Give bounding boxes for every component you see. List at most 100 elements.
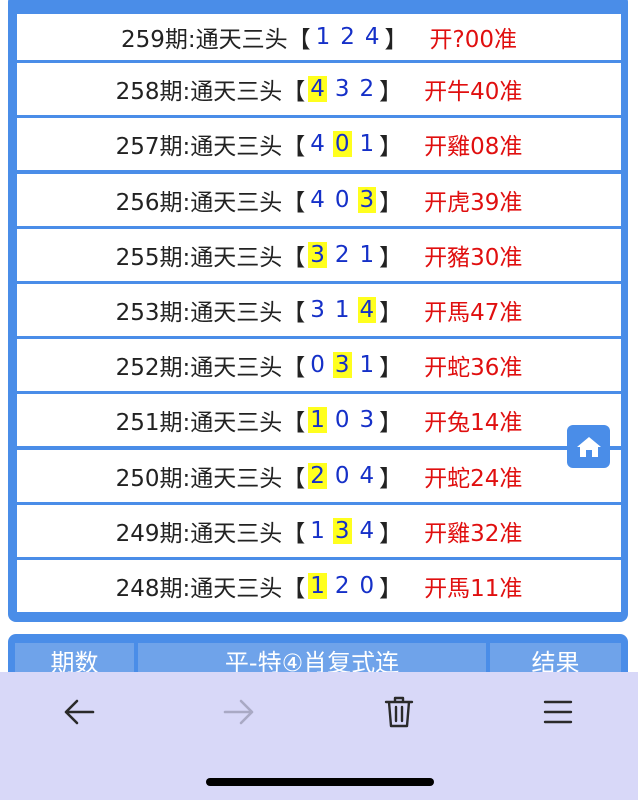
row-period: 249期: xyxy=(115,520,191,547)
menu-button[interactable] xyxy=(536,692,580,732)
row-digit: 3 xyxy=(359,407,375,434)
row-result: 开蛇36准 xyxy=(424,355,523,382)
row-result: 开兔14准 xyxy=(424,410,523,437)
table-row: 255期: 通天三头【3 2 1】开豬30准 xyxy=(17,228,621,281)
row-digit: 1 xyxy=(359,352,375,379)
row-digit: 0 xyxy=(334,462,350,489)
row-bracket-close: 】 xyxy=(379,299,403,326)
row-digit: 1 xyxy=(334,296,350,323)
row-digit: 4 xyxy=(308,76,327,103)
row-digit: 1 xyxy=(359,241,375,268)
row-bracket-close: 】 xyxy=(379,355,403,382)
row-digit: 3 xyxy=(310,296,325,323)
home-button[interactable] xyxy=(567,425,610,468)
table-row: 251期: 通天三头【1 0 3】开兔14准 xyxy=(17,394,621,447)
row-bracket-close: 】 xyxy=(379,79,403,106)
table-row: 257期: 通天三头【4 0 1】开雞08准 xyxy=(17,118,621,171)
row-period: 253期: xyxy=(115,299,191,326)
row-period: 252期: xyxy=(115,355,191,382)
row-bracket-close: 】 xyxy=(384,27,408,53)
row-result: 开雞08准 xyxy=(424,134,523,161)
row-digit: 1 xyxy=(308,572,327,599)
row-result: 开馬11准 xyxy=(424,575,523,602)
row-bracket-open: 【 xyxy=(282,410,306,437)
row-bracket-open: 【 xyxy=(282,189,306,216)
row-name: 通天三头 xyxy=(190,520,283,547)
row-digit: 4 xyxy=(357,296,377,323)
row-name: 通天三头 xyxy=(190,575,283,602)
row-period: 248期: xyxy=(115,575,191,602)
row-bracket-open: 【 xyxy=(282,465,306,492)
row-name: 通天三头 xyxy=(190,355,283,382)
row-name: 通天三头 xyxy=(190,79,283,106)
row-digit: 2 xyxy=(359,76,375,103)
row-bracket-close: 】 xyxy=(379,520,403,547)
row-digit: 3 xyxy=(357,186,377,213)
row-bracket-open: 【 xyxy=(287,27,311,53)
trash-icon xyxy=(384,696,414,728)
row-result: 开?00准 xyxy=(429,27,518,53)
table-row: 256期: 通天三头【4 0 3】开虎39准 xyxy=(17,173,621,226)
row-digit: 4 xyxy=(364,24,380,50)
prediction-list: 259期: 通天三头【1 2 4】开?00准 258期: 通天三头【4 3 2】开牛40准 25… xyxy=(17,0,621,615)
row-name: 通天三头 xyxy=(190,189,283,216)
table-row: 253期: 通天三头【3 1 4】开馬47准 xyxy=(17,283,621,336)
row-digit: 2 xyxy=(334,241,350,268)
table-row: 252期: 通天三头【0 3 1】开蛇36准 xyxy=(17,339,621,392)
row-digit: 2 xyxy=(334,572,350,599)
row-digit: 0 xyxy=(310,352,325,379)
row-digit: 4 xyxy=(359,462,375,489)
row-period: 256期: xyxy=(115,189,191,216)
row-bracket-open: 【 xyxy=(282,244,306,271)
row-bracket-close: 】 xyxy=(379,189,403,216)
arrow-left-icon xyxy=(64,699,95,725)
row-name: 通天三头 xyxy=(190,244,283,271)
row-digit: 0 xyxy=(334,407,350,434)
delete-button[interactable] xyxy=(377,692,421,732)
row-period: 250期: xyxy=(115,465,191,492)
row-period: 258期: xyxy=(115,79,191,106)
row-result: 开虎39准 xyxy=(424,189,523,216)
row-name: 通天三头 xyxy=(195,27,288,53)
forward-button[interactable] xyxy=(217,692,261,732)
row-digit: 1 xyxy=(308,407,327,434)
row-digit: 4 xyxy=(310,131,325,158)
row-bracket-open: 【 xyxy=(282,134,306,161)
row-digit: 3 xyxy=(332,517,352,544)
row-period: 257期: xyxy=(115,134,191,161)
hamburger-menu-icon xyxy=(543,700,573,724)
row-period: 259期: xyxy=(120,27,196,53)
arrow-right-icon xyxy=(223,699,254,725)
row-digit: 0 xyxy=(359,572,375,599)
row-digit: 3 xyxy=(332,352,352,379)
row-digit: 4 xyxy=(359,517,375,544)
row-bracket-open: 【 xyxy=(282,299,306,326)
row-bracket-close: 】 xyxy=(379,410,403,437)
row-digit: 2 xyxy=(308,462,327,489)
row-digit: 3 xyxy=(308,241,327,268)
row-name: 通天三头 xyxy=(190,134,283,161)
row-bracket-open: 【 xyxy=(282,520,306,547)
row-digit: 3 xyxy=(334,76,350,103)
row-result: 开蛇24准 xyxy=(424,465,523,492)
row-period: 255期: xyxy=(115,244,191,271)
row-name: 通天三头 xyxy=(190,299,283,326)
row-result: 开雞32准 xyxy=(424,520,523,547)
table-row: 258期: 通天三头【4 3 2】开牛40准 xyxy=(17,63,621,116)
row-bracket-open: 【 xyxy=(282,79,306,106)
row-bracket-close: 】 xyxy=(379,134,403,161)
row-result: 开牛40准 xyxy=(424,79,523,106)
row-digit: 0 xyxy=(332,131,352,158)
home-indicator xyxy=(206,778,434,786)
row-result: 开馬47准 xyxy=(424,299,523,326)
back-button[interactable] xyxy=(57,692,101,732)
row-digit: 1 xyxy=(310,517,325,544)
row-digit: 4 xyxy=(310,186,325,213)
row-bracket-close: 】 xyxy=(379,465,403,492)
row-bracket-close: 】 xyxy=(379,575,403,602)
row-digit: 1 xyxy=(315,24,331,50)
row-digit: 0 xyxy=(334,186,350,213)
row-name: 通天三头 xyxy=(190,410,283,437)
row-bracket-open: 【 xyxy=(282,355,306,382)
table-row: 249期: 通天三头【1 3 4】开雞32准 xyxy=(17,504,621,557)
